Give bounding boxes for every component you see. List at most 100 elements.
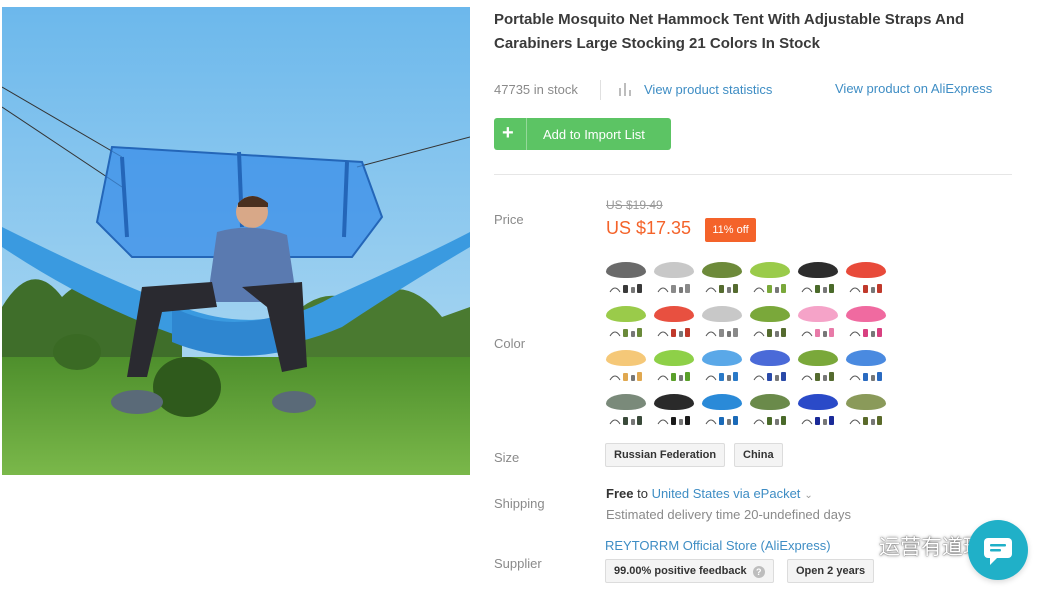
hammock-swatch-light-green[interactable] <box>749 260 791 298</box>
swatch-accessories-icon <box>609 416 642 425</box>
tarp-swatch-blue[interactable] <box>701 392 743 430</box>
swatch-accessories-icon <box>849 416 882 425</box>
chat-bubble-icon <box>984 538 1012 565</box>
swatch-net-shape <box>702 262 742 278</box>
swatch-net-shape <box>654 394 694 410</box>
hammock-swatch-dark-green[interactable] <box>797 260 839 298</box>
hammock-swatch-royal-blue[interactable] <box>749 348 791 386</box>
swatch-net-shape <box>798 306 838 322</box>
hammock-swatch-gray[interactable] <box>653 260 695 298</box>
size-label: Size <box>494 450 520 465</box>
hammock-swatch-blue[interactable] <box>845 348 887 386</box>
swatch-net-shape <box>750 262 790 278</box>
swatch-accessories-icon <box>657 416 690 425</box>
wechat-icon <box>839 535 868 557</box>
add-button-label: Add to Import List <box>543 127 645 142</box>
swatch-net-shape <box>750 306 790 322</box>
swatch-net-shape <box>846 350 886 366</box>
swatch-accessories-icon <box>705 284 738 293</box>
button-separator <box>526 118 527 150</box>
swatch-net-shape <box>798 394 838 410</box>
delivery-estimate: Estimated delivery time 20-undefined day… <box>606 507 851 522</box>
hammock-swatch-army-green[interactable] <box>701 260 743 298</box>
swatch-accessories-icon <box>849 328 882 337</box>
shipping-line: Free to United States via ePacket ⌄ <box>606 486 813 501</box>
hammock-swatch-camo[interactable] <box>845 392 887 430</box>
swatch-net-shape <box>606 394 646 410</box>
positive-feedback-badge: 99.00% positive feedback? <box>605 559 774 583</box>
tarp-swatch-green[interactable] <box>749 392 791 430</box>
hammock-swatch-red-2[interactable] <box>653 304 695 342</box>
swatch-accessories-icon <box>657 372 690 381</box>
hammock-swatch-sky-blue[interactable] <box>701 348 743 386</box>
swatch-accessories-icon <box>753 328 786 337</box>
swatch-accessories-icon <box>849 372 882 381</box>
swatch-accessories-icon <box>705 416 738 425</box>
hammock-swatch-rose[interactable] <box>845 304 887 342</box>
chat-support-button[interactable] <box>968 520 1028 580</box>
stock-count: 47735 in stock <box>494 82 578 97</box>
swatch-accessories-icon <box>657 284 690 293</box>
swatch-accessories-icon <box>801 372 834 381</box>
supplier-store-link[interactable]: REYTORRM Official Store (AliExpress) <box>605 538 831 553</box>
tarp-swatch-black[interactable] <box>653 392 695 430</box>
stats-row: 47735 in stock View product statistics V… <box>494 80 1014 100</box>
swatch-accessories-icon <box>609 284 642 293</box>
swatch-net-shape <box>846 262 886 278</box>
swatch-net-shape <box>606 262 646 278</box>
shipping-destination-dropdown[interactable]: United States via ePacket <box>652 486 801 501</box>
swatch-accessories-icon <box>705 372 738 381</box>
swatch-net-shape <box>702 394 742 410</box>
swatch-accessories-icon <box>801 328 834 337</box>
swatch-net-shape <box>798 350 838 366</box>
original-price: US $19.49 <box>606 198 663 212</box>
supplier-label: Supplier <box>494 556 542 571</box>
hammock-swatch-black[interactable] <box>605 260 647 298</box>
add-to-import-list-button[interactable]: + Add to Import List <box>494 118 671 150</box>
swatch-accessories-icon <box>753 284 786 293</box>
swatch-accessories-icon <box>609 372 642 381</box>
swatch-net-shape <box>654 306 694 322</box>
tarp-swatch-gray[interactable] <box>605 392 647 430</box>
chevron-down-icon[interactable]: ⌄ <box>804 490 812 501</box>
hammock-swatch-green[interactable] <box>653 348 695 386</box>
plus-icon: + <box>502 122 514 144</box>
swatch-accessories-icon <box>705 328 738 337</box>
section-divider <box>494 174 1012 175</box>
swatch-net-shape <box>798 262 838 278</box>
store-age-badge: Open 2 years <box>787 559 875 583</box>
hammock-swatch-khaki[interactable] <box>797 348 839 386</box>
price-label: Price <box>494 212 524 227</box>
discount-badge: 11% off <box>705 218 756 242</box>
size-option-russian-federation[interactable]: Russian Federation <box>605 443 726 467</box>
hammock-swatch-red[interactable] <box>845 260 887 298</box>
swatch-accessories-icon <box>753 416 786 425</box>
swatch-accessories-icon <box>849 284 882 293</box>
view-statistics-link[interactable]: View product statistics <box>644 82 772 97</box>
swatch-net-shape <box>654 262 694 278</box>
feedback-text: 99.00% positive feedback <box>614 565 747 577</box>
hammock-swatch-silver[interactable] <box>701 304 743 342</box>
product-title: Portable Mosquito Net Hammock Tent With … <box>494 11 965 52</box>
hammock-swatch-navy[interactable] <box>797 392 839 430</box>
swatch-accessories-icon <box>657 328 690 337</box>
shipping-label: Shipping <box>494 496 545 511</box>
swatch-net-shape <box>846 306 886 322</box>
current-price: US $17.35 <box>606 218 692 238</box>
swatch-net-shape <box>846 394 886 410</box>
size-option-china[interactable]: China <box>734 443 783 467</box>
hammock-swatch-yellow[interactable] <box>605 348 647 386</box>
hammock-swatch-pink[interactable] <box>797 304 839 342</box>
view-on-aliexpress-link[interactable]: View product on AliExpress <box>835 81 992 96</box>
color-label: Color <box>494 336 526 351</box>
hammock-swatch-olive[interactable] <box>749 304 791 342</box>
hammock-swatch-lime[interactable] <box>605 304 647 342</box>
swatch-net-shape <box>750 394 790 410</box>
product-image <box>2 7 470 475</box>
swatch-net-shape <box>702 350 742 366</box>
swatch-accessories-icon <box>801 416 834 425</box>
swatch-net-shape <box>702 306 742 322</box>
swatch-net-shape <box>654 350 694 366</box>
swatch-net-shape <box>750 350 790 366</box>
help-icon[interactable]: ? <box>752 566 765 578</box>
